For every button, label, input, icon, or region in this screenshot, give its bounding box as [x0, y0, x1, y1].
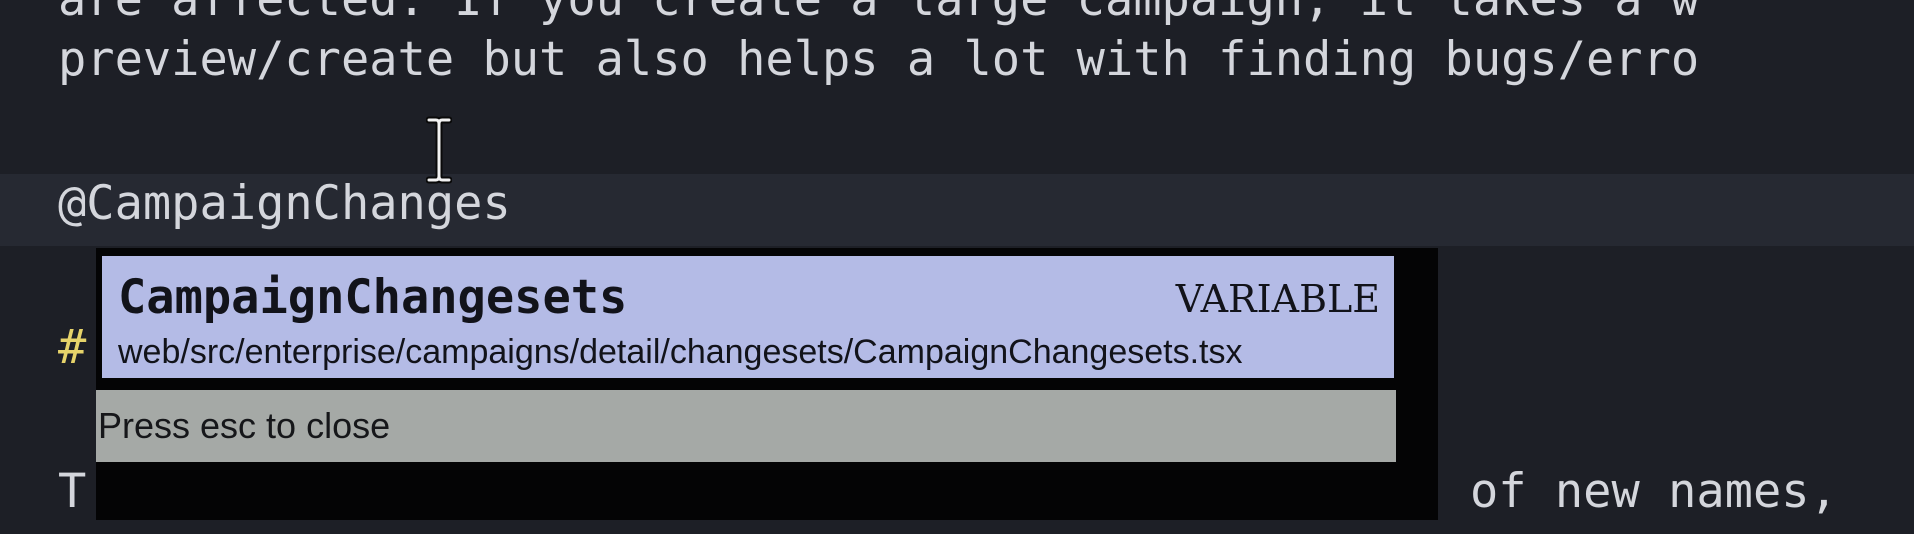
autocomplete-popup: CampaignChangesets VARIABLE web/src/ente…	[96, 248, 1438, 520]
markdown-editor[interactable]: are affected. If you create a large camp…	[0, 0, 1914, 534]
editor-line: T	[58, 464, 87, 519]
suggestion-name: CampaignChangesets	[118, 270, 628, 325]
editor-line: preview/create but also helps a lot with…	[58, 32, 1700, 87]
autocomplete-suggestion[interactable]: CampaignChangesets VARIABLE web/src/ente…	[102, 256, 1394, 378]
popup-hint-bar: Press esc to close	[96, 390, 1396, 462]
editor-line-tail: of new names,	[1470, 464, 1838, 519]
suggestion-kind-badge: VARIABLE	[1175, 277, 1380, 321]
text-cursor-ibeam-icon	[426, 116, 452, 184]
editor-line: are affected. If you create a large camp…	[58, 0, 1699, 30]
popup-hint-text: Press esc to close	[98, 405, 391, 446]
suggestion-path: web/src/enterprise/campaigns/detail/chan…	[118, 333, 1243, 371]
heading-marker: #	[58, 320, 87, 375]
